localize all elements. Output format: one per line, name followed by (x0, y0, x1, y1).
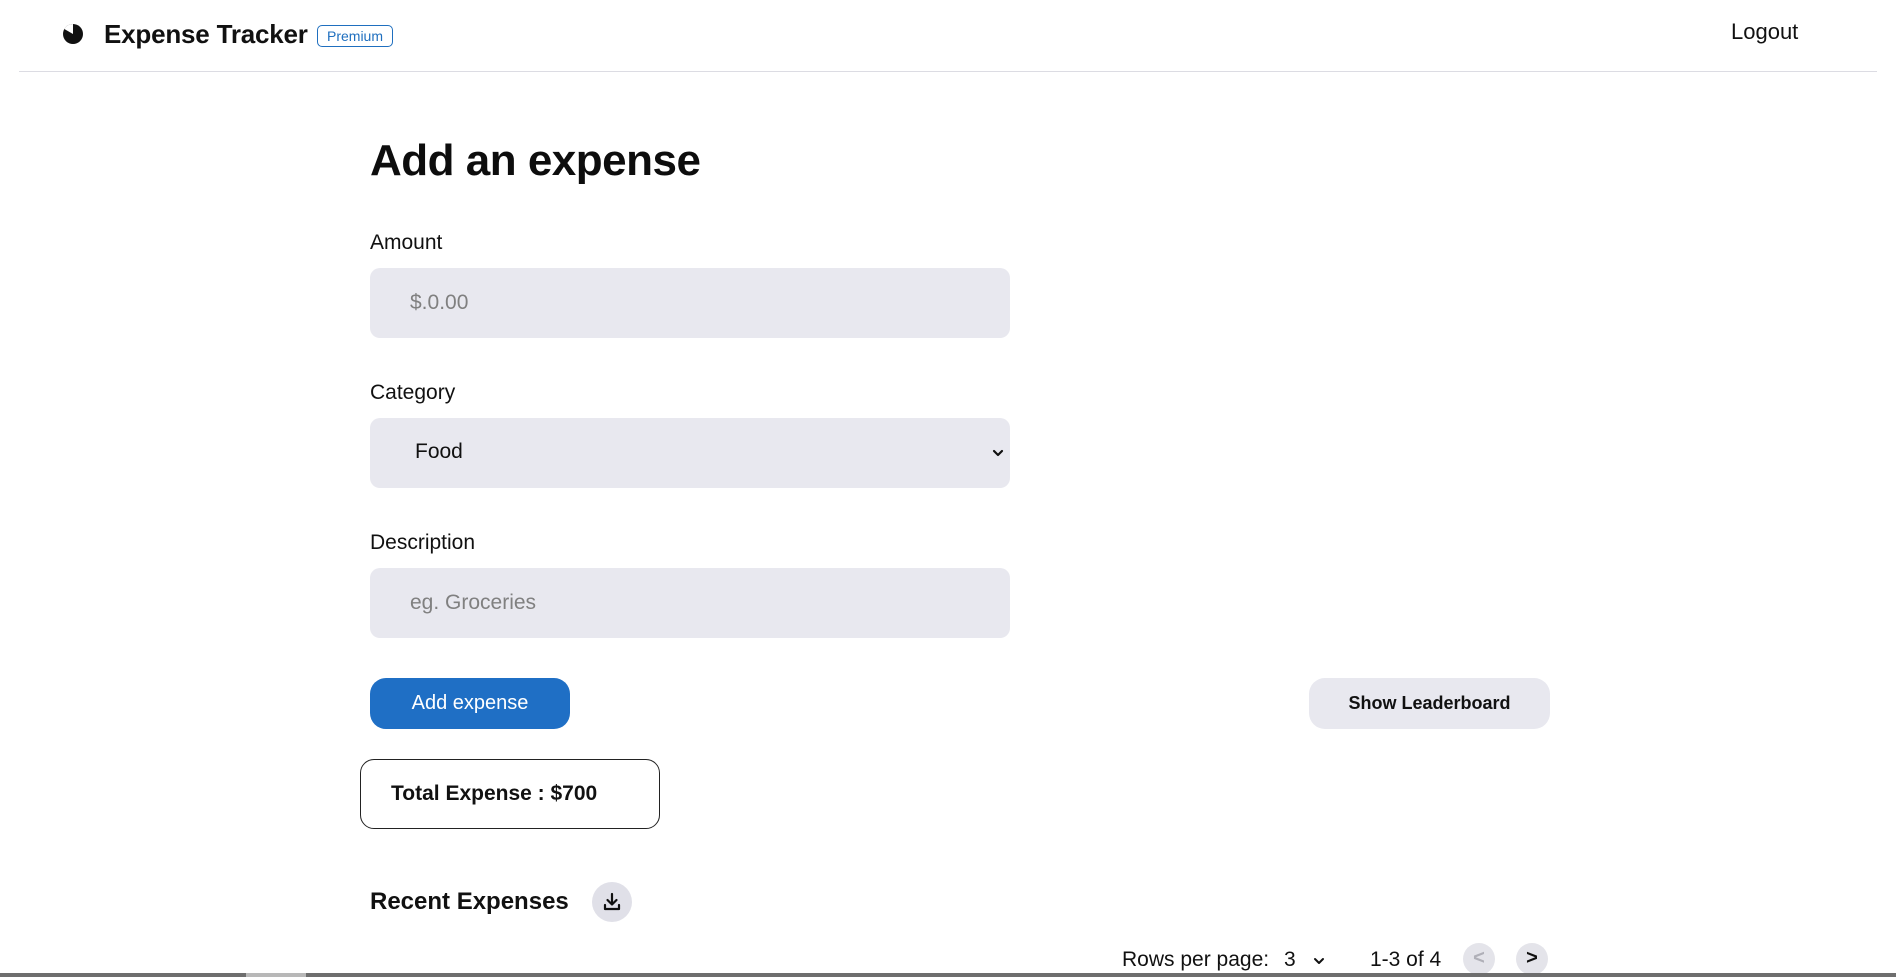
total-expense-text: Total Expense : $700 (391, 782, 598, 805)
add-expense-button[interactable]: Add expense (370, 678, 570, 729)
chevron-down-icon (1312, 954, 1326, 973)
rows-per-page-select[interactable]: 3 (1284, 948, 1326, 972)
rows-per-page-label: Rows per page: (1122, 948, 1270, 971)
top-header: Expense Tracker Premium Logout (19, 0, 1877, 72)
pagination-range: 1-3 of 4 (1370, 948, 1442, 971)
logout-link[interactable]: Logout (1731, 19, 1798, 45)
page-title: Add an expense (370, 136, 701, 185)
show-leaderboard-button[interactable]: Show Leaderboard (1309, 678, 1550, 729)
description-input[interactable] (370, 568, 1010, 638)
recent-expenses-title: Recent Expenses (370, 888, 569, 915)
app-title: Expense Tracker (104, 19, 308, 49)
download-icon (603, 892, 621, 911)
description-label: Description (370, 531, 476, 554)
download-button[interactable] (592, 882, 632, 922)
scrollbar-thumb[interactable] (246, 973, 306, 977)
premium-badge: Premium (317, 25, 394, 47)
rows-per-page-value: 3 (1284, 948, 1296, 971)
pie-logo-icon (61, 22, 85, 46)
category-select[interactable]: Food (370, 418, 1010, 488)
category-selected-value: Food (415, 440, 463, 463)
previous-page-button[interactable]: < (1463, 943, 1495, 975)
horizontal-scrollbar[interactable] (0, 973, 1896, 977)
amount-input[interactable] (370, 268, 1010, 338)
next-page-button[interactable]: > (1516, 943, 1548, 975)
category-label: Category (370, 381, 456, 404)
total-expense-card: Total Expense : $700 (360, 759, 660, 829)
chevron-down-icon (990, 445, 1006, 461)
amount-label: Amount (370, 231, 443, 254)
